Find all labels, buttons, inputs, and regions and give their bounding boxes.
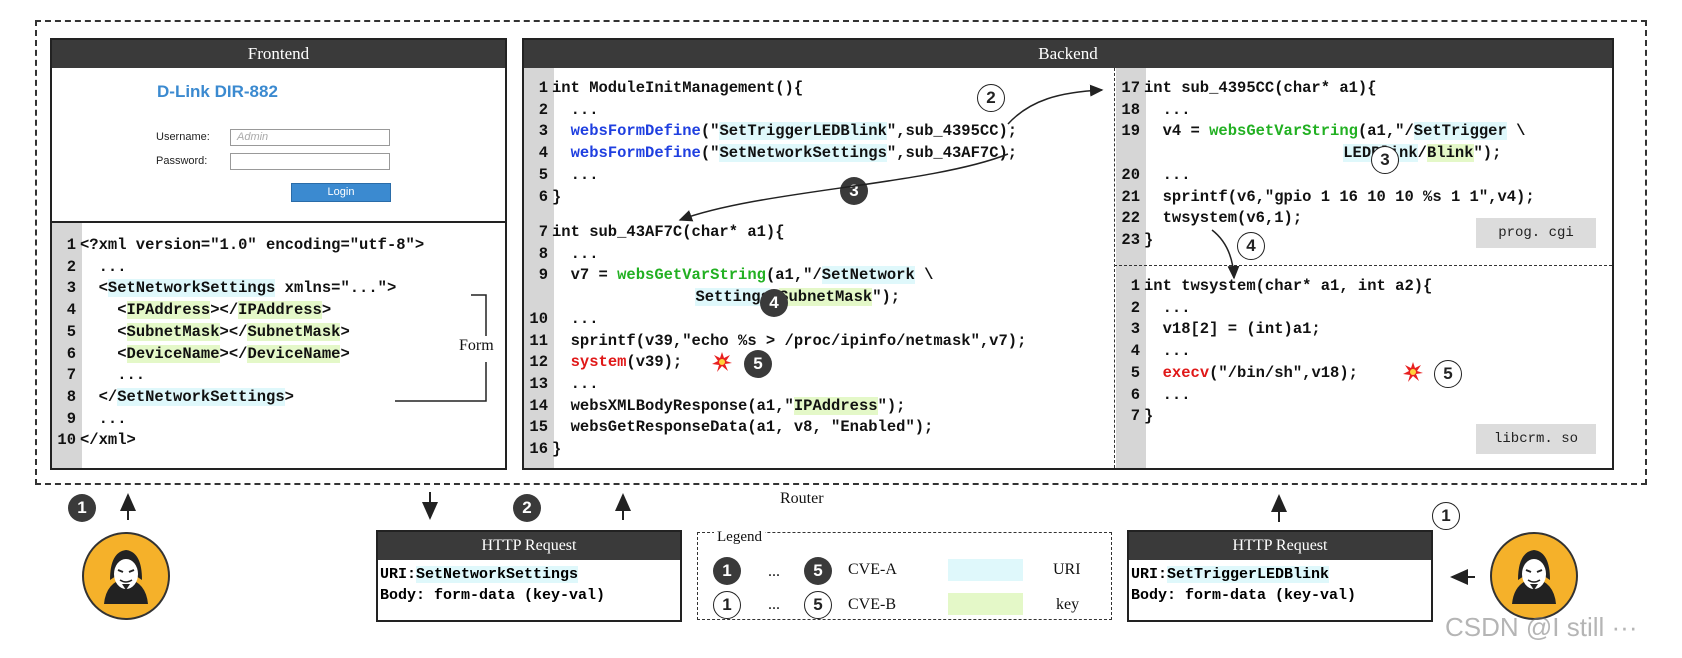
legend-cve-a-start: 1 — [713, 557, 741, 585]
request-right-title: HTTP Request — [1129, 532, 1431, 560]
hacker-mask-icon — [104, 550, 148, 604]
uri-label: URI: — [380, 566, 417, 583]
attacker-avatar — [1490, 532, 1578, 620]
legend-uri: URI — [1053, 561, 1081, 578]
watermark: CSDN @I still ··· — [1445, 612, 1638, 642]
body-text: Body: form-data (key-val) — [380, 587, 606, 604]
request-right-body: URI:SetTriggerLEDBlink Body: form-data (… — [1129, 560, 1431, 610]
uri-label: URI: — [1131, 566, 1168, 583]
request-left-body: URI:SetNetworkSettings Body: form-data (… — [378, 560, 680, 610]
legend-uri-swatch — [948, 559, 1023, 581]
legend-cve-a-end: 5 — [804, 557, 832, 585]
legend-title: Legend — [714, 529, 765, 546]
uri-value: SetNetworkSettings — [416, 566, 579, 583]
legend-ellipsis: ... — [768, 563, 780, 580]
cve-a-marker-1: 1 — [68, 494, 96, 522]
legend: Legend 1 ... 5 CVE-A 1 ... 5 CVE-B URI k… — [697, 529, 1112, 620]
legend-cve-b: CVE-B — [848, 596, 896, 613]
body-text: Body: form-data (key-val) — [1131, 587, 1357, 604]
legend-cve-b-start: 1 — [713, 591, 741, 619]
http-request-right: HTTP Request URI:SetTriggerLEDBlink Body… — [1127, 530, 1433, 622]
legend-cve-a: CVE-A — [848, 561, 897, 578]
cve-a-marker-2: 2 — [513, 494, 541, 522]
legend-key: key — [1056, 596, 1080, 613]
http-request-left: HTTP Request URI:SetNetworkSettings Body… — [376, 530, 682, 622]
legend-ellipsis: ... — [768, 596, 780, 613]
cve-b-marker-1: 1 — [1432, 502, 1460, 530]
request-left-title: HTTP Request — [378, 532, 680, 560]
attacker-avatar — [82, 532, 170, 620]
uri-value: SetTriggerLEDBlink — [1167, 566, 1330, 583]
legend-cve-b-end: 5 — [804, 591, 832, 619]
hacker-mask-icon — [1512, 550, 1556, 604]
legend-key-swatch — [948, 593, 1023, 615]
